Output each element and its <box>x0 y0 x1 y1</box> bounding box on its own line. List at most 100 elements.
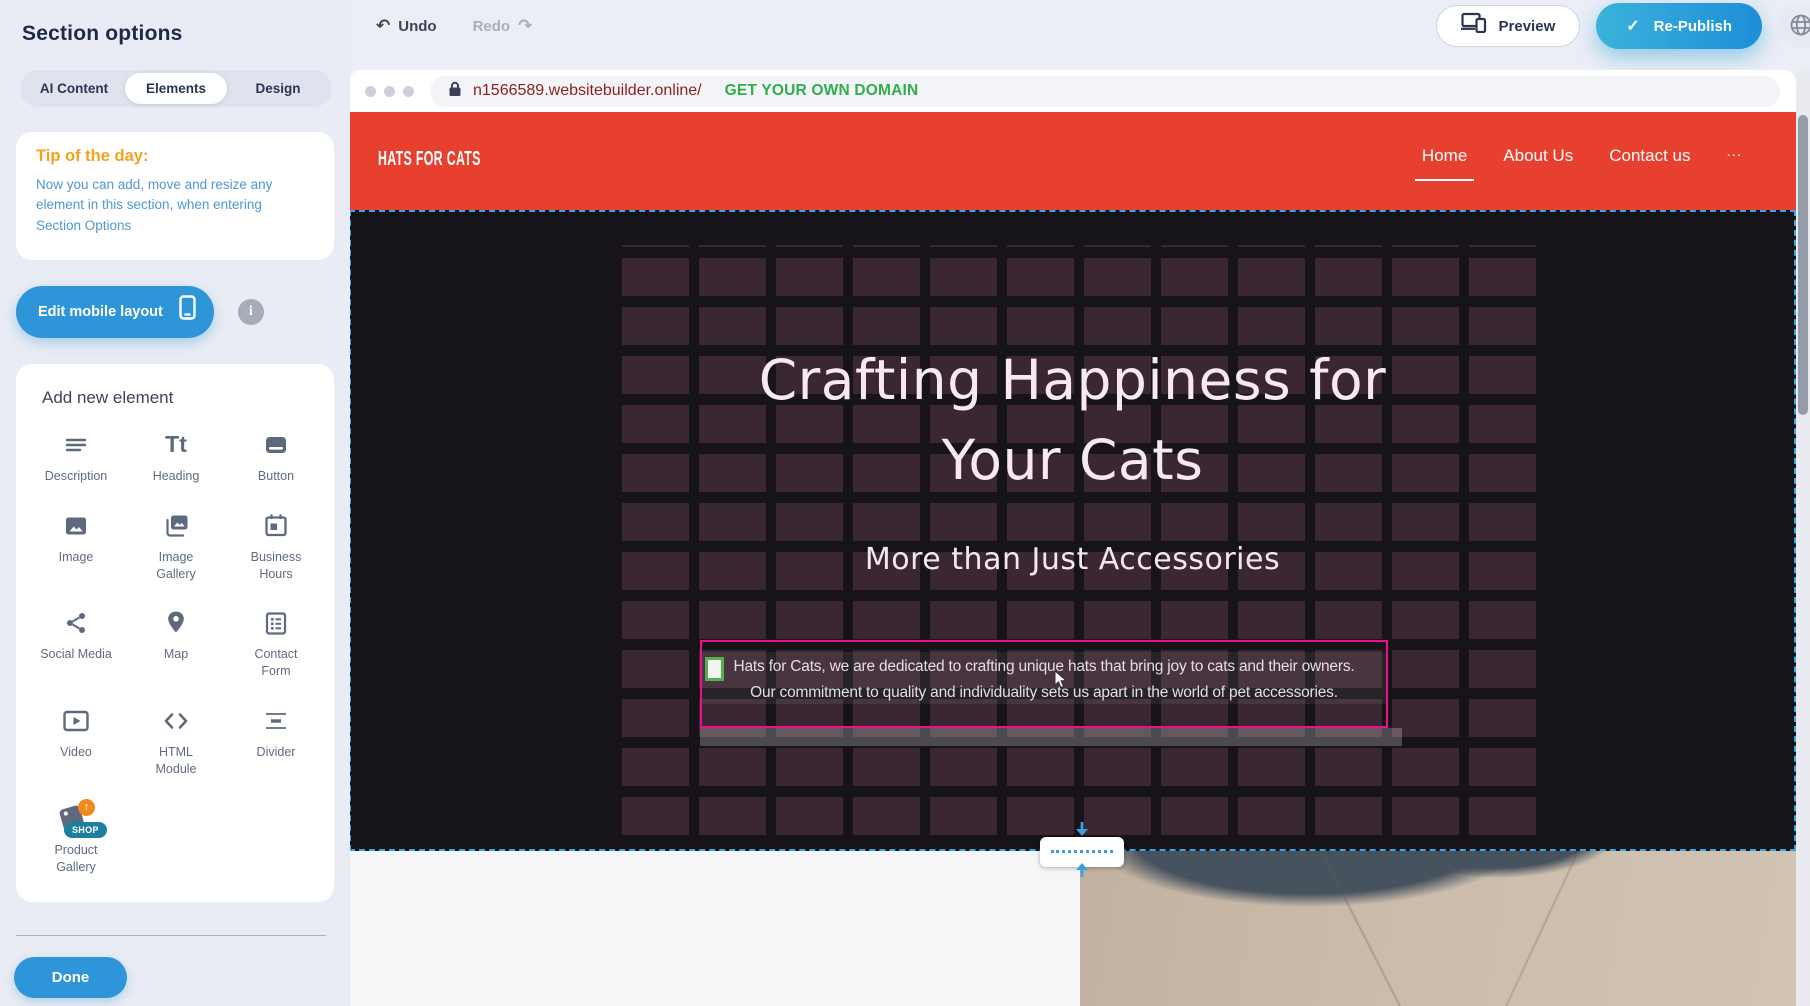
image-gallery-icon <box>162 511 190 541</box>
element-highlight-strip <box>700 728 1402 746</box>
social-media-icon <box>63 608 89 638</box>
tip-title: Tip of the day: <box>36 147 316 166</box>
element-label: Video <box>60 744 92 761</box>
element-business-hours[interactable]: Business Hours <box>226 511 326 583</box>
section-options-panel: Section options AI Content Elements Desi… <box>0 0 350 1006</box>
site-viewport: HATS FOR CATS Home About Us Contact us .… <box>349 112 1796 1006</box>
element-label: Description <box>45 468 108 485</box>
site-url: n1566589.websitebuilder.online/ <box>473 82 702 100</box>
edit-mobile-layout-button[interactable]: Edit mobile layout <box>16 286 214 338</box>
arrow-up-icon <box>1074 862 1090 882</box>
element-divider[interactable]: Divider <box>226 706 326 778</box>
edit-mobile-layout-label: Edit mobile layout <box>38 304 163 320</box>
preview-button[interactable]: Preview <box>1436 5 1581 47</box>
site-nav: Home About Us Contact us ... <box>1422 146 1742 181</box>
hero-background-tiles <box>622 245 1544 835</box>
nav-more-menu[interactable]: ... <box>1726 143 1742 160</box>
tab-design[interactable]: Design <box>227 73 329 104</box>
dotted-resize-line <box>1051 850 1113 853</box>
element-product-gallery[interactable]: ↑ SHOP Product Gallery <box>26 804 126 876</box>
element-map[interactable]: Map <box>126 608 226 680</box>
undo-button[interactable]: ↶ Undo <box>376 18 437 35</box>
nav-contact-us[interactable]: Contact us <box>1609 146 1690 166</box>
mobile-phone-icon <box>179 293 196 323</box>
devices-icon <box>1461 7 1487 37</box>
html-module-icon <box>162 706 190 736</box>
site-preview-frame: n1566589.websitebuilder.online/ GET YOUR… <box>349 70 1796 1006</box>
business-hours-icon <box>263 511 289 541</box>
info-icon[interactable]: i <box>238 299 264 325</box>
section-height-handle[interactable] <box>1040 824 1124 880</box>
next-section-left <box>349 851 1080 1006</box>
add-element-panel: Add new element Description Tt Heading B… <box>16 364 334 902</box>
element-contact-form[interactable]: Contact Form <box>226 608 326 680</box>
tip-body: Now you can add, move and resize any ele… <box>36 175 294 236</box>
browser-chrome: n1566589.websitebuilder.online/ GET YOUR… <box>349 70 1796 112</box>
element-description[interactable]: Description <box>26 430 126 485</box>
element-image[interactable]: Image <box>26 511 126 583</box>
sidebar-divider <box>16 935 326 936</box>
element-label: Social Media <box>40 646 112 663</box>
element-button[interactable]: Button <box>226 430 326 485</box>
element-label: Heading <box>153 468 200 485</box>
image-icon <box>63 511 89 541</box>
tab-ai-content[interactable]: AI Content <box>23 73 125 104</box>
hero-heading-line: Your Cats <box>351 420 1794 500</box>
hero-section-selected[interactable]: Crafting Happiness for Your Cats More th… <box>349 210 1796 851</box>
lock-icon <box>448 81 462 102</box>
panel-tabs: AI Content Elements Design <box>20 70 332 107</box>
preview-label: Preview <box>1499 18 1556 35</box>
nav-about-us[interactable]: About Us <box>1503 146 1573 166</box>
redo-button[interactable]: Redo ↷ <box>473 18 533 35</box>
editor-topbar: ↶ Undo Redo ↷ Preview ✓ Re-Publish <box>350 0 1810 70</box>
element-heading[interactable]: Tt Heading <box>126 430 226 485</box>
shop-badge: SHOP <box>64 822 107 838</box>
tip-of-the-day-card: Tip of the day: Now you can add, move an… <box>16 132 334 260</box>
redo-arrow-icon: ↷ <box>518 18 532 35</box>
element-label: Product Gallery <box>46 842 106 876</box>
globe-icon <box>1788 12 1810 41</box>
get-your-own-domain-link[interactable]: GET YOUR OWN DOMAIN <box>725 82 919 100</box>
hero-subheading[interactable]: More than Just Accessories <box>351 542 1794 577</box>
paragraph-line: Hats for Cats, we are dedicated to craft… <box>702 654 1386 680</box>
map-pin-icon <box>163 608 189 638</box>
mouse-cursor <box>1054 670 1067 694</box>
browser-dot <box>403 86 414 97</box>
add-element-title: Add new element <box>42 388 324 408</box>
nav-home[interactable]: Home <box>1422 146 1467 181</box>
url-bar[interactable]: n1566589.websitebuilder.online/ GET YOUR… <box>430 76 1780 107</box>
browser-dot <box>365 86 376 97</box>
page-scrollbar[interactable] <box>1796 70 1810 1006</box>
scrollbar-thumb[interactable] <box>1798 115 1808 415</box>
hero-heading[interactable]: Crafting Happiness for Your Cats <box>351 340 1794 500</box>
product-gallery-icon: ↑ SHOP <box>55 804 97 840</box>
element-label: HTML Module <box>146 744 206 778</box>
divider-icon <box>263 706 289 736</box>
element-video[interactable]: Video <box>26 706 126 778</box>
site-header[interactable]: HATS FOR CATS Home About Us Contact us .… <box>349 112 1796 210</box>
check-icon: ✓ <box>1626 16 1639 36</box>
republish-label: Re-Publish <box>1654 18 1732 35</box>
selected-paragraph-element[interactable]: Hats for Cats, we are dedicated to craft… <box>700 640 1388 728</box>
element-social-media[interactable]: Social Media <box>26 608 126 680</box>
heading-icon: Tt <box>165 430 187 460</box>
hero-heading-line: Crafting Happiness for <box>351 340 1794 420</box>
undo-label: Undo <box>398 18 436 35</box>
language-globe-button[interactable] <box>1778 3 1810 49</box>
republish-button[interactable]: ✓ Re-Publish <box>1596 3 1762 49</box>
element-image-gallery[interactable]: Image Gallery <box>126 511 226 583</box>
element-html-module[interactable]: HTML Module <box>126 706 226 778</box>
element-label: Image <box>59 549 94 566</box>
tab-elements[interactable]: Elements <box>125 73 227 104</box>
done-button[interactable]: Done <box>14 957 127 998</box>
element-label: Business Hours <box>246 549 306 583</box>
element-label: Map <box>164 646 188 663</box>
video-icon <box>62 706 90 736</box>
upgrade-badge-icon: ↑ <box>78 799 95 816</box>
element-label: Image Gallery <box>146 549 206 583</box>
description-icon <box>63 430 89 460</box>
pavement-photo <box>1080 851 1796 1006</box>
element-label: Divider <box>257 744 296 761</box>
button-icon <box>263 430 289 460</box>
site-logo[interactable]: HATS FOR CATS <box>378 148 481 171</box>
